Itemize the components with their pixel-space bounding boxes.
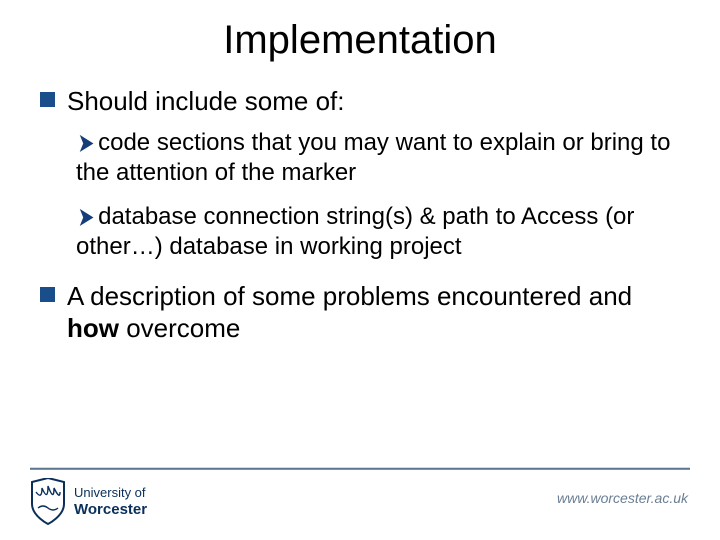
list-item: A description of some problems encounter…: [40, 280, 680, 345]
square-bullet-icon: [40, 287, 55, 302]
university-logo: University of Worcester: [30, 478, 147, 526]
university-name: University of Worcester: [74, 486, 147, 518]
list-item: Should include some of: ➤code sections t…: [40, 85, 680, 262]
slide-title: Implementation: [40, 18, 680, 63]
chevron-right-icon: ➤: [79, 129, 94, 158]
footer-url: www.worcester.ac.uk: [557, 490, 688, 506]
sub-list: ➤code sections that you may want to expl…: [40, 128, 680, 262]
chevron-right-icon: ➤: [79, 203, 94, 232]
university-line2: Worcester: [74, 501, 147, 518]
sub-bullet-text: database connection string(s) & path to …: [76, 203, 634, 260]
square-bullet-icon: [40, 92, 55, 107]
university-line1: University of: [74, 486, 147, 501]
sub-list-item: ➤code sections that you may want to expl…: [76, 128, 680, 188]
bullet-text: Should include some of:: [67, 85, 345, 118]
footer: University of Worcester www.worcester.ac…: [0, 468, 720, 540]
slide-body: Implementation Should include some of: ➤…: [0, 0, 720, 540]
shield-icon: [30, 478, 66, 526]
divider: [30, 468, 690, 470]
bullet-list: Should include some of: ➤code sections t…: [40, 85, 680, 345]
bullet-text: A description of some problems encounter…: [67, 280, 680, 345]
sub-list-item: ➤database connection string(s) & path to…: [76, 202, 680, 262]
sub-bullet-text: code sections that you may want to expla…: [76, 129, 670, 186]
